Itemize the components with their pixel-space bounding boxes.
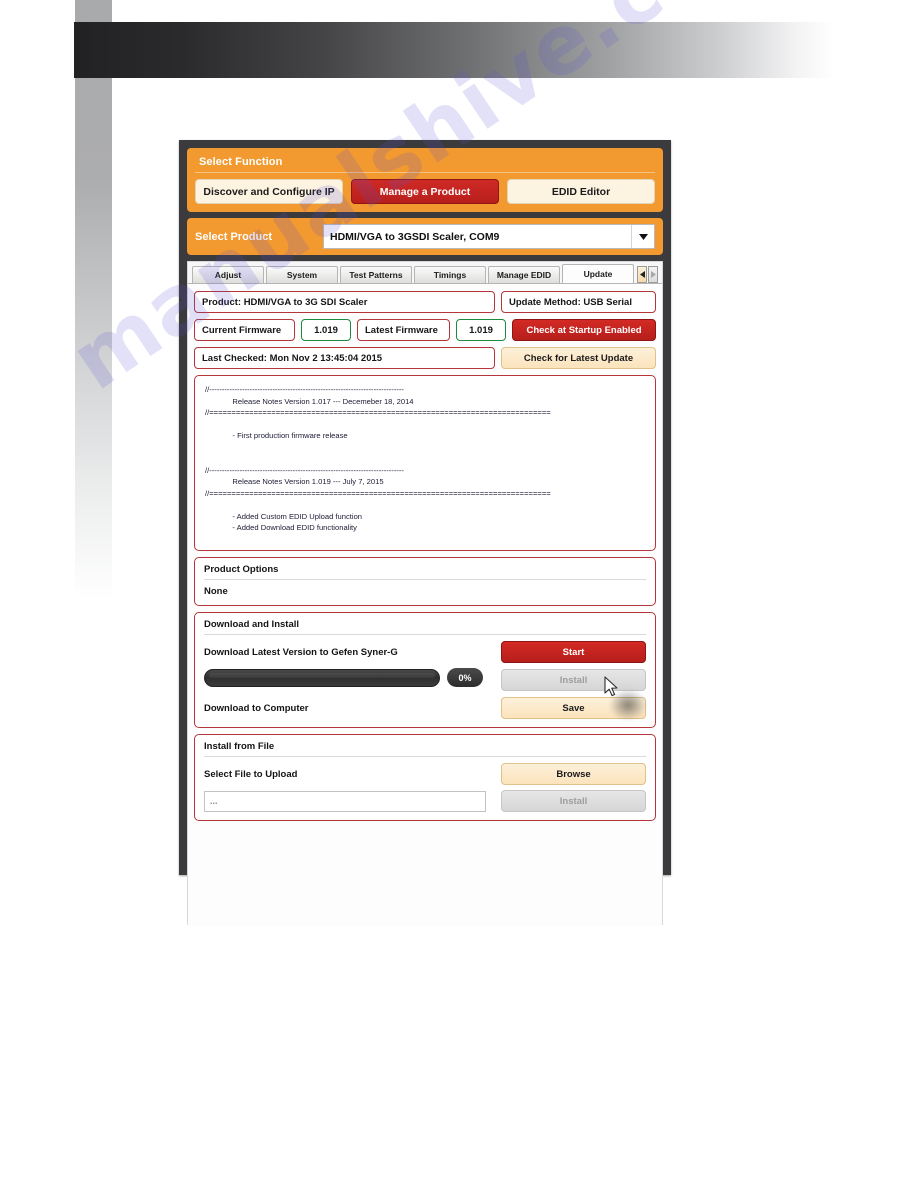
product-options-value: None [204,586,228,597]
page-left-gradient-strip [75,0,112,600]
download-progress-bar [204,668,440,687]
tab-test-patterns[interactable]: Test Patterns [340,266,412,283]
save-button-cell: Save [501,697,646,719]
window-content-area: Adjust System Test Patterns Timings Mana… [187,261,663,926]
current-firmware-value: 1.019 [301,319,351,341]
download-latest-label: Download Latest Version to Gefen Syner-G [204,646,398,658]
progress-row: 0% Install [204,668,646,692]
select-product-dropdown[interactable]: HDMI/VGA to 3GSDI Scaler, COM9 [323,224,655,249]
save-button[interactable]: Save [501,697,646,719]
download-progress-percent: 0% [447,668,483,687]
release-notes-box[interactable]: //--------------------------------------… [194,375,656,551]
tab-system[interactable]: System [266,266,338,283]
select-function-button-row: Discover and Configure IP Manage a Produ… [195,179,655,204]
firmware-row: Current Firmware 1.019 Latest Firmware 1… [194,319,656,341]
edid-editor-button[interactable]: EDID Editor [507,179,655,204]
select-product-panel: Select Product HDMI/VGA to 3GSDI Scaler,… [187,218,663,255]
check-at-startup-enabled-button[interactable]: Check at Startup Enabled [512,319,656,341]
product-info-row: Product: HDMI/VGA to 3G SDI Scaler Updat… [194,291,656,313]
browse-button[interactable]: Browse [501,763,646,785]
install-from-file-button[interactable]: Install [501,790,646,812]
update-tab-page: Product: HDMI/VGA to 3G SDI Scaler Updat… [188,283,662,926]
tab-update[interactable]: Update [562,264,634,283]
download-and-install-panel: Download and Install Download Latest Ver… [194,612,656,728]
last-checked-row: Last Checked: Mon Nov 2 13:45:04 2015 Ch… [194,347,656,369]
triangle-right-icon[interactable] [648,266,658,283]
page-top-gradient-banner [74,22,834,78]
tab-adjust[interactable]: Adjust [192,266,264,283]
tab-scroll-controls [637,266,658,283]
file-path-input[interactable]: ... [204,790,486,812]
tab-manage-edid[interactable]: Manage EDID [488,266,560,283]
check-for-latest-update-button[interactable]: Check for Latest Update [501,347,656,369]
chevron-down-icon[interactable] [631,225,654,248]
select-product-value: HDMI/VGA to 3GSDI Scaler, COM9 [330,230,500,243]
file-path-row: ... Install [204,790,646,812]
browse-button-cell: Browse [501,763,646,785]
latest-firmware-label: Latest Firmware [357,319,450,341]
download-and-install-title: Download and Install [204,619,646,635]
product-options-panel: Product Options None [194,557,656,606]
start-button-cell: Start [501,641,646,663]
install-from-file-title: Install from File [204,741,646,757]
download-to-computer-label: Download to Computer [204,702,309,714]
tab-bar: Adjust System Test Patterns Timings Mana… [188,262,662,283]
product-options-title: Product Options [204,564,646,580]
install-button-cell: Install [501,669,646,691]
current-firmware-label: Current Firmware [194,319,295,341]
syner-g-application-window: Select Function Discover and Configure I… [179,140,671,926]
manage-a-product-button[interactable]: Manage a Product [351,179,499,204]
download-latest-row: Download Latest Version to Gefen Syner-G… [204,641,646,663]
product-field: Product: HDMI/VGA to 3G SDI Scaler [194,291,495,313]
last-checked-field: Last Checked: Mon Nov 2 13:45:04 2015 [194,347,495,369]
select-file-row: Select File to Upload Browse [204,763,646,785]
update-method-field: Update Method: USB Serial [501,291,656,313]
triangle-left-icon[interactable] [637,266,647,283]
install-file-button-cell: Install [501,790,646,812]
release-notes-text: //--------------------------------------… [205,385,551,533]
install-firmware-button[interactable]: Install [501,669,646,691]
latest-firmware-value: 1.019 [456,319,506,341]
start-button[interactable]: Start [501,641,646,663]
discover-and-configure-ip-button[interactable]: Discover and Configure IP [195,179,343,204]
tab-timings[interactable]: Timings [414,266,486,283]
install-from-file-panel: Install from File Select File to Upload … [194,734,656,821]
download-to-computer-row: Download to Computer Save [204,697,646,719]
select-product-label: Select Product [195,230,273,243]
progress-group: 0% [204,668,501,687]
select-function-panel: Select Function Discover and Configure I… [187,148,663,212]
select-function-title: Select Function [195,154,655,173]
select-file-to-upload-label: Select File to Upload [204,768,298,780]
